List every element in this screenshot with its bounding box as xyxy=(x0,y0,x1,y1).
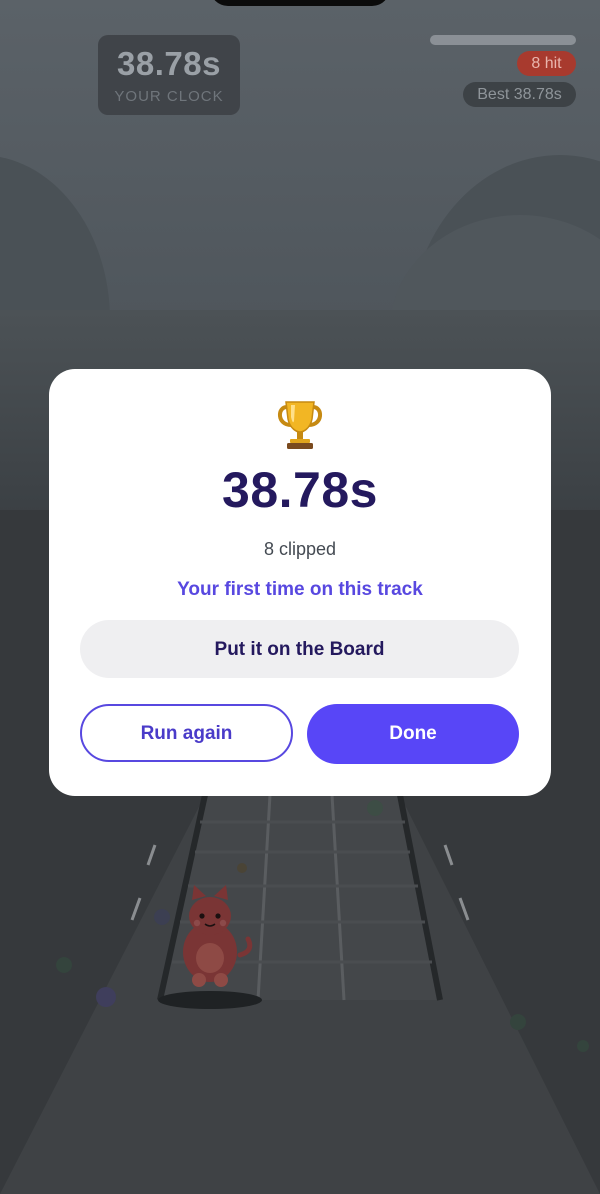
first-time-note: Your first time on this track xyxy=(177,579,423,600)
trophy-icon xyxy=(278,401,322,449)
clock-panel: 38.78s YOUR CLOCK xyxy=(98,35,240,115)
clock-value: 38.78s xyxy=(117,45,221,82)
device-notch xyxy=(210,0,390,6)
final-time: 38.78s xyxy=(222,462,378,518)
confetti-dot xyxy=(367,800,383,816)
clipped-count: 8 clipped xyxy=(263,539,337,559)
character-shadow xyxy=(158,991,262,1009)
done-button[interactable]: Done xyxy=(307,704,519,764)
put-on-board-button[interactable]: Put it on the Board xyxy=(80,620,519,678)
confetti-dot xyxy=(96,987,116,1007)
confetti-dot xyxy=(154,909,170,925)
track-progress-bar xyxy=(430,35,576,45)
best-time-badge: Best 38.78s xyxy=(463,82,576,107)
confetti-dot xyxy=(237,863,247,873)
run-again-button[interactable]: Run again xyxy=(80,704,293,762)
hit-count-badge: 8 hit xyxy=(517,51,576,76)
confetti-dot xyxy=(577,1040,589,1052)
confetti-dot xyxy=(56,957,72,973)
confetti-dot xyxy=(510,1014,526,1030)
game-screen: 38.78s YOUR CLOCK 8 hit Best 38.78s 38.7… xyxy=(0,0,600,1194)
clock-label: YOUR CLOCK xyxy=(114,88,224,105)
result-dialog: 38.78s 8 clipped Your first time on this… xyxy=(49,369,551,796)
